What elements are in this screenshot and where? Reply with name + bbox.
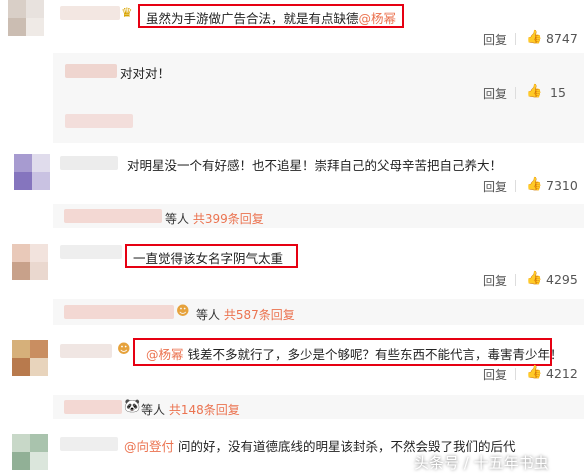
more-replies[interactable]: 等人 共148条回复 [141,401,240,418]
comment-text: 虽然为手游做广告合法，就是有点缺德@杨幂 [146,11,397,26]
thumbs-up-icon[interactable]: 👍 [526,31,542,45]
more-replies[interactable]: 等人 共399条回复 [165,210,264,227]
face-icon: ☻ [117,342,131,357]
thumbs-up-icon[interactable]: 👍 [526,85,542,99]
reply-button[interactable]: 回复 [483,366,507,383]
username-blurred[interactable] [60,437,118,451]
reply-button[interactable]: 回复 [483,85,507,102]
more-replies-link[interactable]: 共587条回复 [224,308,295,322]
mention-link[interactable]: @向登付 [124,439,174,454]
username-blurred[interactable] [60,344,112,358]
face-icon: ☻ [176,304,190,319]
divider [515,274,516,286]
username-blurred[interactable] [60,245,122,259]
comment-text: 一直觉得该女名字阴气太重 [133,251,284,266]
like-count: 4295 [546,272,578,287]
username-blurred [64,209,162,223]
sub-comment-text: 对对对！ [120,66,171,81]
mention-link[interactable]: @杨幂 [359,11,397,26]
comment-text: @杨幂 钱差不多就行了，多少是个够呢？有些东西不能代言，毒害青少年！ [146,347,563,362]
like-count: 7310 [546,178,578,193]
avatar[interactable] [0,240,50,284]
like-count: 4212 [546,366,578,381]
watermark: 头条号 / 十五年书虫 [414,454,549,472]
reply-button[interactable]: 回复 [483,178,507,195]
more-replies[interactable]: 等人 共587条回复 [196,306,295,323]
divider [515,368,516,380]
divider [515,33,516,45]
avatar[interactable] [0,150,50,194]
thumbs-up-icon[interactable]: 👍 [526,272,542,286]
thumbs-up-icon[interactable]: 👍 [526,366,542,380]
mention-link[interactable]: @杨幂 [146,347,184,362]
avatar[interactable] [0,0,50,44]
avatar[interactable] [0,338,50,382]
username-blurred[interactable] [65,114,133,128]
like-count: 8747 [546,31,578,46]
more-replies-link[interactable]: 共399条回复 [193,212,264,226]
panda-icon: 🐼 [124,399,141,414]
reply-button[interactable]: 回复 [483,272,507,289]
username-blurred [64,400,122,414]
username-blurred[interactable] [60,156,118,170]
reply-button[interactable]: 回复 [483,31,507,48]
username-blurred[interactable] [65,64,117,78]
divider [515,87,516,99]
avatar[interactable] [0,430,50,474]
comment-text: 对明星没一个有好感！也不追星！崇拜自己的父母辛苦把自己养大！ [127,158,503,173]
more-replies-link[interactable]: 共148条回复 [169,403,240,417]
thumbs-up-icon[interactable]: 👍 [526,178,542,192]
username-blurred [64,305,174,319]
crown-icon: ♛ [121,6,133,21]
username-blurred[interactable] [60,6,120,20]
divider [515,180,516,192]
like-count: 15 [550,85,566,100]
